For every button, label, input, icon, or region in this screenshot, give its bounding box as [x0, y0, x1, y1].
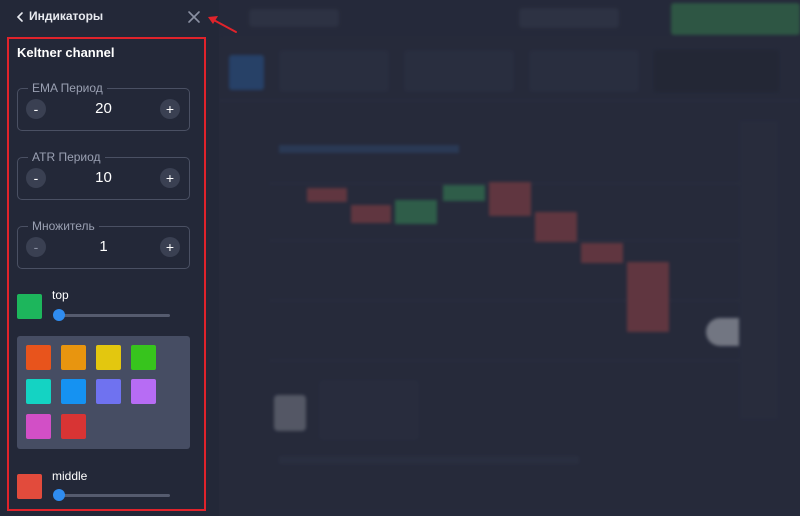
chevron-left-icon[interactable] [14, 10, 26, 24]
background-trading-app [219, 0, 800, 516]
close-icon[interactable] [186, 9, 202, 25]
indicator-settings-panel: Индикаторы Keltner channel EMA Период - … [0, 0, 219, 516]
dim-overlay [219, 0, 800, 516]
panel-header: Индикаторы [0, 0, 219, 34]
highlight-frame [7, 37, 206, 511]
annotation-arrow-icon [208, 16, 237, 33]
panel-title[interactable]: Индикаторы [29, 9, 103, 23]
